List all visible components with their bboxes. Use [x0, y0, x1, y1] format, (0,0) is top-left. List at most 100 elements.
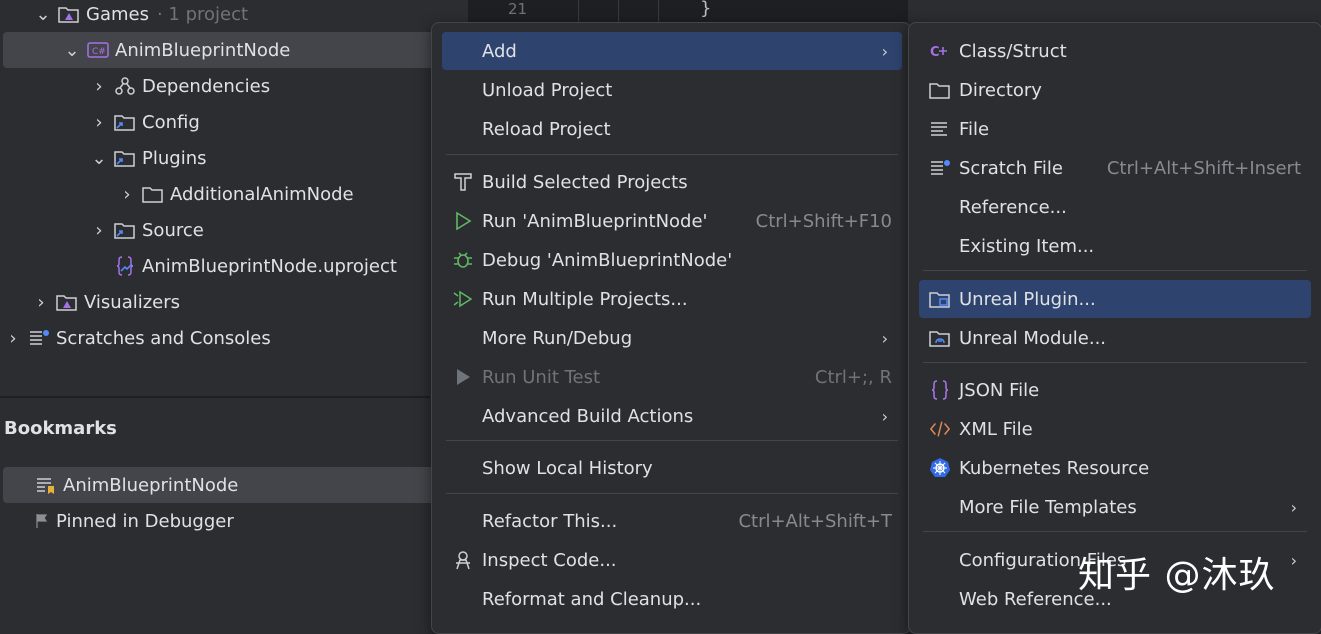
- tree-item-label: AdditionalAnimNode: [170, 183, 354, 205]
- menu-item-class-struct[interactable]: C Class/Struct: [919, 32, 1311, 70]
- bookmark-label: AnimBlueprintNode: [63, 474, 239, 496]
- menu-item-json-file[interactable]: JSON File: [919, 371, 1311, 409]
- chevron-down-icon[interactable]: ⌄: [90, 148, 108, 169]
- menu-item-existing-item[interactable]: Existing Item...: [919, 227, 1311, 265]
- menu-item-more-run-debug[interactable]: More Run/Debug ›: [442, 319, 902, 357]
- tree-item-config[interactable]: › Config: [90, 104, 430, 140]
- folder-link-icon: [114, 148, 136, 168]
- tree-item-label: Scratches and Consoles: [56, 327, 271, 349]
- shortcut: Ctrl+Shift+F10: [755, 210, 892, 232]
- xml-code-icon: [929, 418, 951, 440]
- chevron-right-icon[interactable]: ›: [4, 328, 22, 349]
- tree-item-label: AnimBlueprintNode: [115, 39, 291, 61]
- chevron-down-icon[interactable]: ⌄: [63, 40, 81, 61]
- scratches-icon: [28, 328, 50, 348]
- tree-item-meta: · 1 project: [156, 3, 249, 25]
- bookmarks-title: Bookmarks: [4, 418, 117, 439]
- menu-item-build-selected[interactable]: Build Selected Projects: [442, 163, 902, 201]
- watermark: 知乎 @沐玖: [1078, 555, 1276, 596]
- chevron-right-icon[interactable]: ›: [90, 112, 108, 133]
- chevron-right-icon[interactable]: ›: [90, 76, 108, 97]
- menu-item-run-multiple[interactable]: Run Multiple Projects...: [442, 280, 902, 318]
- svg-text:C: C: [930, 45, 940, 60]
- dependencies-icon: [114, 76, 136, 96]
- run-multiple-icon: [452, 288, 474, 310]
- menu-item-refactor[interactable]: Refactor This... Ctrl+Alt+Shift+T: [442, 502, 902, 540]
- svg-text:C#: C#: [92, 47, 106, 57]
- menu-item-inspect-code[interactable]: Inspect Code...: [442, 541, 902, 579]
- tree-item-dependencies[interactable]: › Dependencies: [90, 68, 430, 104]
- menu-item-run-unit-test[interactable]: Run Unit Test Ctrl+;, R: [442, 358, 902, 396]
- cpp-project-icon: C#: [87, 40, 109, 60]
- tree-item-uproject[interactable]: AnimBlueprintNode.uproject: [114, 248, 430, 284]
- chevron-right-icon: ›: [1290, 550, 1297, 570]
- tree-item-label: Visualizers: [84, 291, 181, 313]
- solution-folder-icon: [56, 292, 78, 312]
- menu-item-unreal-plugin[interactable]: Unreal Plugin...: [919, 280, 1311, 318]
- menu-item-file[interactable]: File: [919, 110, 1311, 148]
- tree-item-project[interactable]: ⌄ C# AnimBlueprintNode: [3, 32, 443, 68]
- menu-item-debug[interactable]: Debug 'AnimBlueprintNode': [442, 241, 902, 279]
- panel-divider[interactable]: [0, 396, 430, 398]
- bookmark-item-pinned[interactable]: Pinned in Debugger: [34, 503, 430, 539]
- add-submenu: C Class/Struct Directory File Scratch Fi…: [908, 22, 1321, 634]
- chevron-right-icon: ›: [881, 406, 888, 426]
- tree-item-visualizers[interactable]: › Visualizers: [32, 284, 432, 320]
- code-brace: }: [700, 0, 712, 19]
- menu-separator: [446, 154, 898, 155]
- tree-item-label: Config: [142, 111, 200, 133]
- menu-item-unreal-module[interactable]: Unreal Module...: [919, 319, 1311, 357]
- menu-separator: [446, 440, 898, 441]
- chevron-right-icon[interactable]: ›: [118, 184, 136, 205]
- editor-area[interactable]: 21 }: [468, 0, 908, 22]
- line-number: 21: [508, 0, 528, 18]
- chevron-right-icon[interactable]: ›: [90, 220, 108, 241]
- tree-item-plugins[interactable]: ⌄ Plugins: [90, 140, 430, 176]
- unreal-plugin-folder-icon: [929, 288, 951, 310]
- menu-item-local-history[interactable]: Show Local History: [442, 449, 902, 487]
- menu-item-add[interactable]: Add ›: [442, 32, 902, 70]
- tree-item-label: AnimBlueprintNode.uproject: [142, 255, 397, 277]
- bookmark-label: Pinned in Debugger: [56, 510, 234, 532]
- tree-item-additional-anim-node[interactable]: › AdditionalAnimNode: [118, 176, 430, 212]
- tree-item-games[interactable]: ⌄ Games · 1 project: [34, 0, 434, 32]
- menu-item-unload-project[interactable]: Unload Project: [442, 71, 902, 109]
- chevron-right-icon: ›: [881, 41, 888, 61]
- text-file-icon: [929, 118, 951, 140]
- solution-folder-icon: [58, 4, 80, 24]
- chevron-right-icon: ›: [1290, 497, 1297, 517]
- menu-item-reload-project[interactable]: Reload Project: [442, 110, 902, 148]
- bookmark-item-animblueprintnode[interactable]: AnimBlueprintNode: [3, 467, 443, 503]
- chevron-right-icon[interactable]: ›: [32, 292, 50, 313]
- menu-item-reference[interactable]: Reference...: [919, 188, 1311, 226]
- tree-item-label: Source: [142, 219, 204, 241]
- gutter-line: [658, 0, 659, 22]
- shortcut: Ctrl+;, R: [814, 366, 892, 388]
- menu-item-advanced-build[interactable]: Advanced Build Actions ›: [442, 397, 902, 435]
- menu-item-more-file-templates[interactable]: More File Templates ›: [919, 488, 1311, 526]
- unreal-module-folder-icon: [929, 327, 951, 349]
- menu-item-reformat[interactable]: Reformat and Cleanup...: [442, 580, 902, 618]
- folder-icon: [929, 79, 951, 101]
- chevron-down-icon[interactable]: ⌄: [34, 4, 52, 25]
- menu-item-directory[interactable]: Directory: [919, 71, 1311, 109]
- menu-separator: [923, 362, 1307, 363]
- menu-item-xml-file[interactable]: XML File: [919, 410, 1311, 448]
- tree-item-scratches[interactable]: › Scratches and Consoles: [4, 320, 430, 356]
- debug-bug-icon: [452, 249, 474, 271]
- menu-item-run[interactable]: Run 'AnimBlueprintNode' Ctrl+Shift+F10: [442, 202, 902, 240]
- scratch-file-icon: [929, 157, 951, 179]
- inspect-icon: [452, 549, 474, 571]
- build-hammer-icon: [452, 171, 474, 193]
- tree-item-source[interactable]: › Source: [90, 212, 430, 248]
- menu-item-kubernetes[interactable]: Kubernetes Resource: [919, 449, 1311, 487]
- run-disabled-icon: [452, 366, 474, 388]
- kubernetes-icon: [929, 457, 951, 479]
- gutter-line: [618, 0, 619, 22]
- gutter-line: [578, 0, 579, 22]
- folder-link-icon: [114, 112, 136, 132]
- menu-separator: [446, 493, 898, 494]
- shortcut: Ctrl+Alt+Shift+Insert: [1106, 157, 1301, 179]
- menu-item-scratch-file[interactable]: Scratch File Ctrl+Alt+Shift+Insert: [919, 149, 1311, 187]
- folder-icon: [142, 184, 164, 204]
